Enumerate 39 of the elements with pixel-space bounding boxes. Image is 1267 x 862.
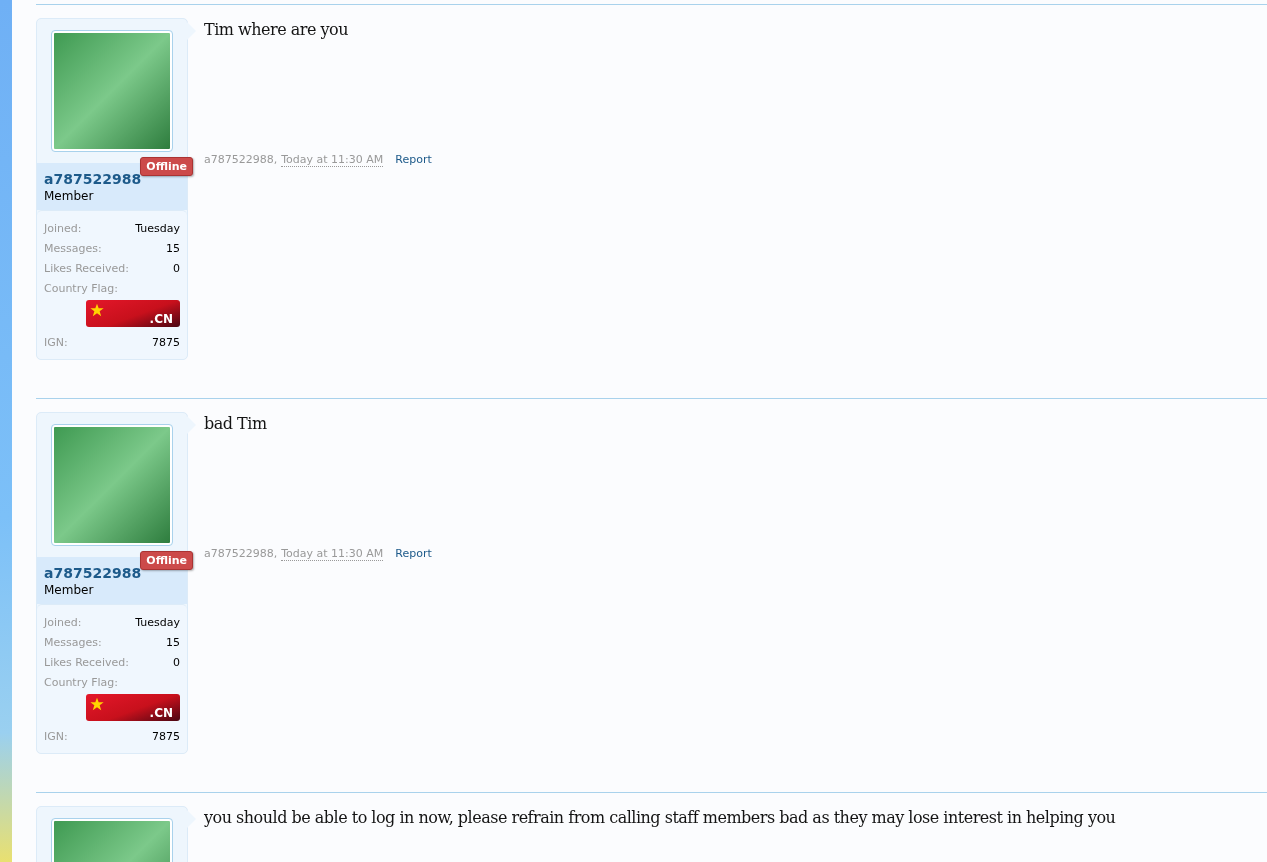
stat-label: Joined: bbox=[44, 615, 82, 631]
stat-label: Messages: bbox=[44, 241, 102, 257]
post-time: Today at 11:30 AM bbox=[281, 547, 384, 561]
stat-value: Tuesday bbox=[135, 221, 180, 237]
stat-value: 7875 bbox=[152, 729, 180, 745]
stat-label: Joined: bbox=[44, 221, 82, 237]
avatar-image[interactable] bbox=[52, 425, 172, 545]
user-title: Member bbox=[44, 189, 94, 203]
country-flag-badge: .CN bbox=[86, 694, 180, 721]
message-text: you should be able to log in now, please refrain from calling staff members bad as they may lose interest in helping you bbox=[204, 808, 1117, 829]
message-text: bad Tim bbox=[204, 414, 268, 435]
star-icon bbox=[90, 697, 104, 711]
report-link[interactable]: Report bbox=[395, 153, 432, 166]
post-time: Today at 11:30 AM bbox=[281, 153, 384, 167]
status-badge: Offline bbox=[140, 157, 193, 176]
country-flag-badge: .CN bbox=[86, 300, 180, 327]
stat-value: 7875 bbox=[152, 335, 180, 351]
stat-value: 0 bbox=[173, 655, 180, 671]
username-link[interactable]: a787522988 bbox=[44, 171, 142, 187]
report-link[interactable]: Report bbox=[395, 547, 432, 560]
stat-label: IGN: bbox=[44, 335, 68, 351]
username-link[interactable]: a787522988 bbox=[44, 565, 142, 581]
star-icon bbox=[90, 303, 104, 317]
post-author: a787522988, bbox=[204, 547, 278, 560]
stat-label: Messages: bbox=[44, 635, 102, 651]
stat-value: 0 bbox=[173, 261, 180, 277]
stat-label: Country Flag: bbox=[44, 281, 118, 297]
stat-label: Likes Received: bbox=[44, 261, 129, 277]
stat-label: IGN: bbox=[44, 729, 68, 745]
stat-value: 15 bbox=[166, 241, 180, 257]
stat-value: 15 bbox=[166, 635, 180, 651]
message-text: Tim where are you bbox=[204, 20, 349, 41]
stat-label: Country Flag: bbox=[44, 675, 118, 691]
post-author: a787522988, bbox=[204, 153, 278, 166]
avatar-image[interactable] bbox=[52, 31, 172, 151]
stat-value: Tuesday bbox=[135, 615, 180, 631]
user-title: Member bbox=[44, 583, 94, 597]
stat-label: Likes Received: bbox=[44, 655, 129, 671]
status-badge: Offline bbox=[140, 551, 193, 570]
